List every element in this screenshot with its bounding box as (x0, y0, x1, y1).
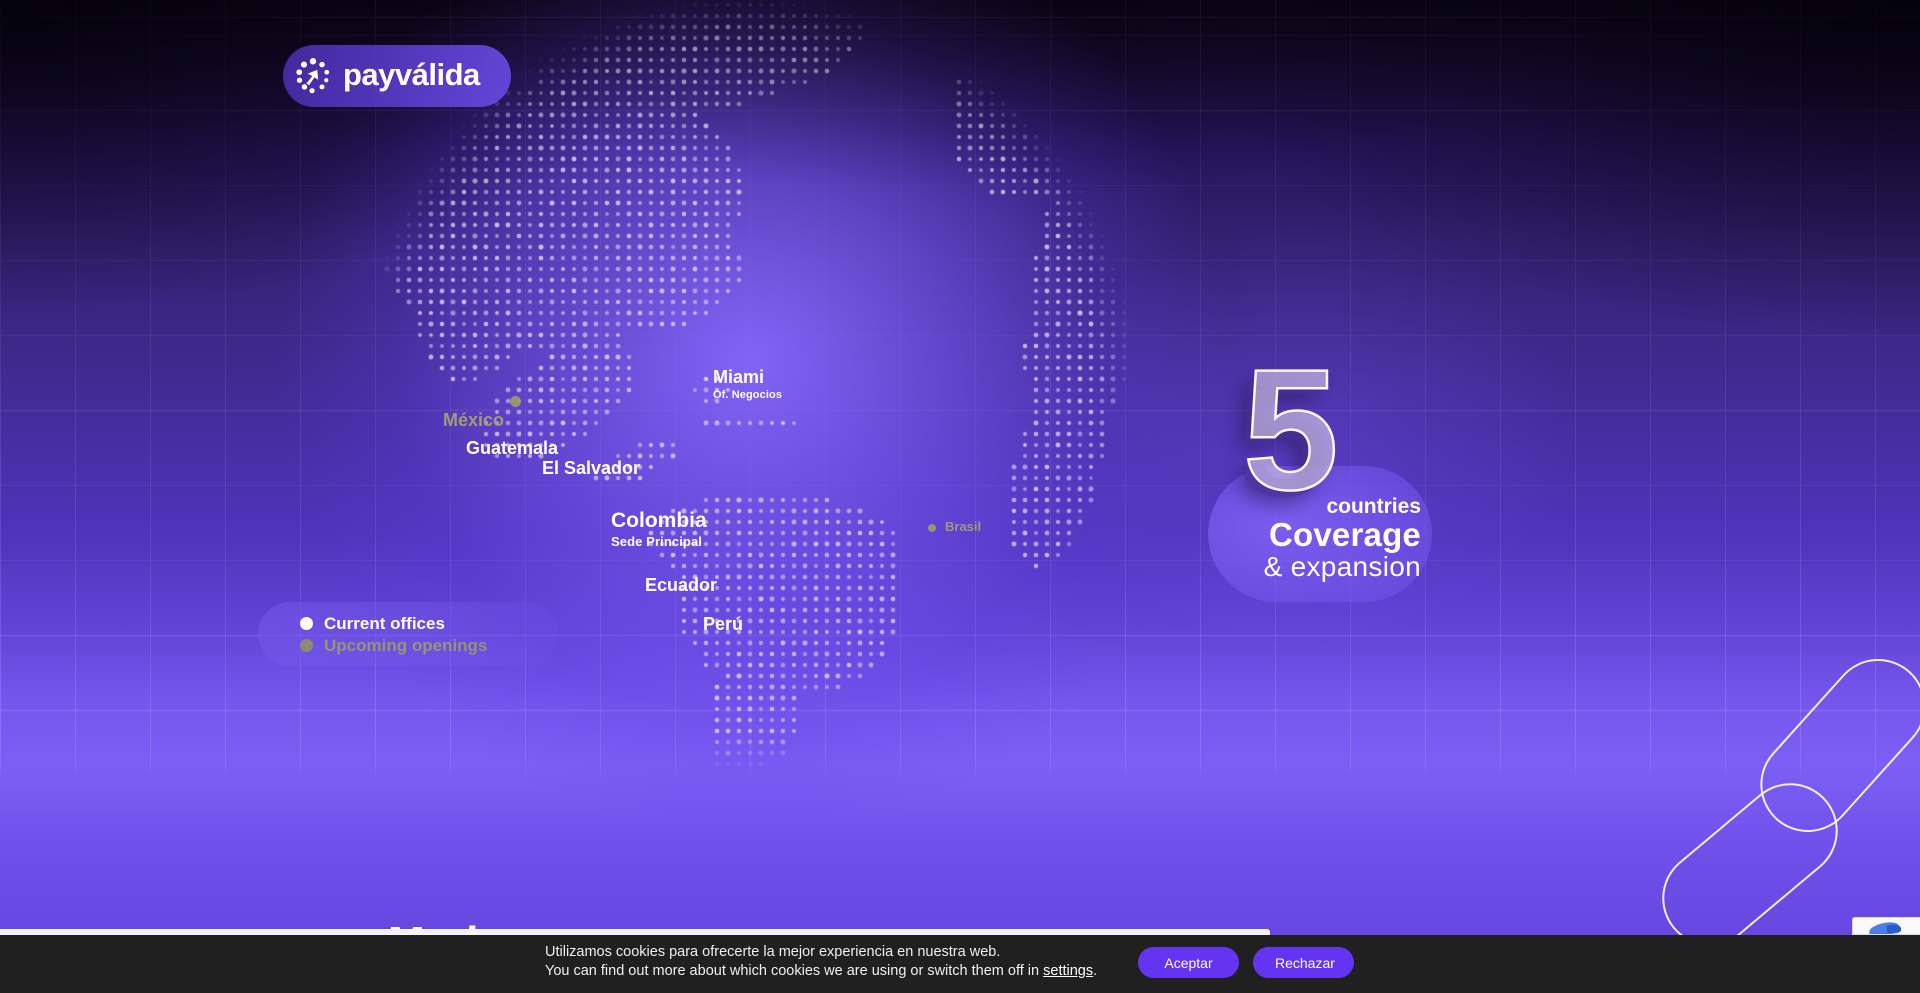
legend-label-upcoming: Upcoming openings (324, 637, 487, 654)
stats-number: 5 (1243, 344, 1339, 516)
legend-label-current: Current offices (324, 615, 445, 632)
stats-subtitle: & expansion (1264, 552, 1421, 581)
stats-text: countries Coverage & expansion (1264, 495, 1421, 581)
dark-vignette (0, 0, 1920, 993)
legend-row-current: Current offices (300, 615, 558, 632)
cookie-line2-suffix: . (1093, 963, 1097, 979)
current-office-dot-icon (300, 617, 313, 630)
recaptcha-badge[interactable] (1852, 917, 1920, 935)
cookie-settings-link[interactable]: settings (1043, 963, 1093, 979)
map-label-guatemala: Guatemala (466, 439, 558, 457)
map-label-brasil: Brasil (945, 520, 981, 533)
logo-text: payválida (343, 57, 480, 96)
accept-cookies-button[interactable]: Aceptar (1138, 947, 1239, 978)
map-label-ecuador: Ecuador (645, 576, 717, 594)
reject-cookies-button[interactable]: Rechazar (1253, 947, 1354, 978)
upcoming-opening-dot-icon (300, 639, 313, 652)
cookie-consent-bar: Utilizamos cookies para ofrecerte la mej… (0, 935, 1920, 993)
payvalida-landing-page: { "brand": { "logo_text": "payválida" },… (0, 0, 1920, 993)
logo[interactable]: payválida (283, 45, 511, 107)
map-label-el-salvador: El Salvador (542, 459, 640, 477)
map-legend: Current offices Upcoming openings (258, 602, 558, 666)
map-label-colombia: ColombiaSede Principal (611, 510, 707, 548)
recaptcha-icon (1868, 921, 1899, 935)
stats-title: Coverage (1264, 518, 1421, 552)
legend-row-upcoming: Upcoming openings (300, 637, 558, 654)
map-label-perú: Perú (703, 615, 743, 633)
cookie-line2: You can find out more about which cookie… (545, 963, 1043, 979)
map-sublabel: Sede Principal (611, 535, 707, 548)
map-marker-dot-upcoming (928, 524, 936, 532)
map-sublabel: Of. Negocios (713, 390, 782, 401)
map-label-miami: MiamiOf. Negocios (713, 368, 782, 401)
cookie-line1: Utilizamos cookies para ofrecerte la mej… (545, 944, 1000, 960)
cookie-message: Utilizamos cookies para ofrecerte la mej… (545, 943, 1097, 982)
payvalida-spinner-icon (294, 57, 332, 95)
map-marker-dot-upcoming (510, 396, 521, 407)
map-label-méxico: México (443, 411, 504, 429)
stats-countries-label: countries (1264, 495, 1421, 518)
